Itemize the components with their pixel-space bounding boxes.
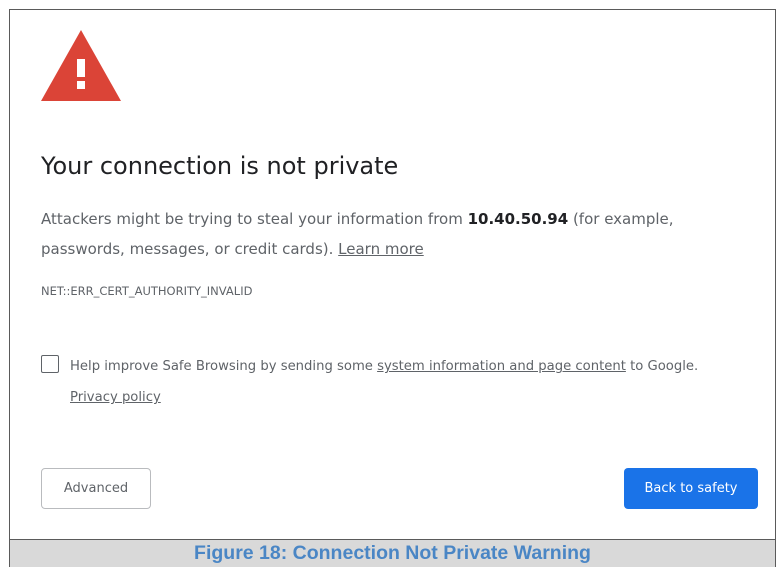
optin-text-after: to Google. [625,359,699,374]
host-address: 10.40.50.94 [467,210,569,228]
learn-more-link[interactable]: Learn more [338,240,424,258]
figure-caption: Figure 18: Connection Not Private Warnin… [194,542,591,564]
back-to-safety-button[interactable]: Back to safety [624,468,758,509]
safe-browsing-optin-text: Help improve Safe Browsing by sending so… [70,351,770,413]
error-code: NET::ERR_CERT_AUTHORITY_INVALID [41,284,253,298]
page-title: Your connection is not private [41,152,399,180]
figure-caption-bar: Figure 18: Connection Not Private Warnin… [9,540,776,567]
privacy-policy-link[interactable]: Privacy policy [70,390,161,405]
safe-browsing-checkbox[interactable] [41,355,59,373]
warning-description: Attackers might be trying to steal your … [41,204,761,264]
description-text-before: Attackers might be trying to steal your … [41,210,468,228]
warning-triangle-icon [41,30,121,101]
optin-text-before: Help improve Safe Browsing by sending so… [70,359,378,374]
interstitial-page: Your connection is not private Attackers… [9,9,776,540]
advanced-button[interactable]: Advanced [41,468,151,509]
system-information-link[interactable]: system information and page content [377,359,626,374]
